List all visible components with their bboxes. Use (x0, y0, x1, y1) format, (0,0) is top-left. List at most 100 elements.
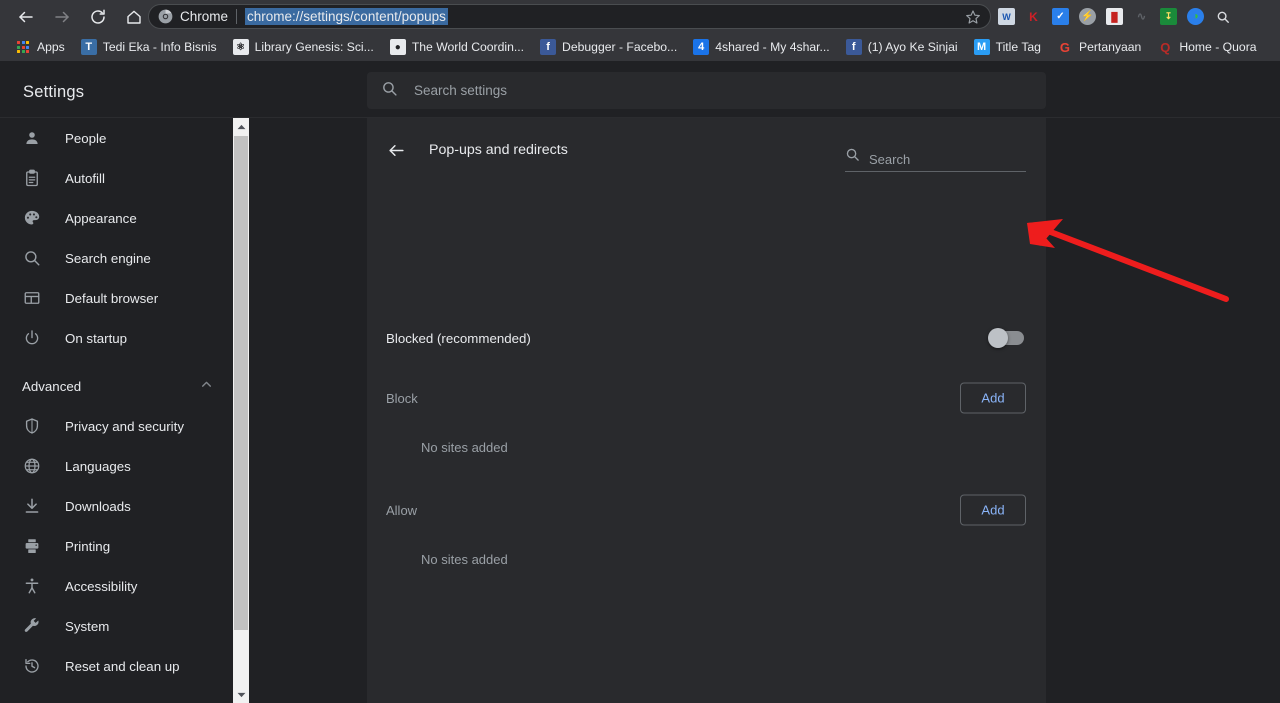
scrollbar-thumb[interactable] (234, 136, 248, 630)
bookmark-ayo-ke-sinjai[interactable]: f (1) Ayo Ke Sinjai (839, 36, 965, 58)
settings-search-input[interactable]: Search settings (367, 72, 1046, 109)
home-button[interactable] (120, 3, 148, 31)
sidebar-item-autofill[interactable]: Autofill (0, 158, 233, 198)
printer-icon (22, 536, 42, 556)
bookmark-apps[interactable]: Apps (8, 36, 72, 58)
scrollbar-up-arrow[interactable] (233, 118, 249, 135)
shield-icon (22, 416, 42, 436)
bookmark-star-icon[interactable] (965, 9, 981, 25)
favicon-library-genesis: ⚛ (232, 39, 249, 55)
sidebar-item-reset-and-clean-up[interactable]: Reset and clean up (0, 646, 233, 686)
sidebar-item-printing[interactable]: Printing (0, 526, 233, 566)
bookmarks-bar: Apps T Tedi Eka - Info Bisnis ⚛ Library … (0, 33, 1280, 61)
sidebar-item-on-startup[interactable]: On startup (0, 318, 233, 358)
favicon-facebook: f (540, 39, 557, 55)
back-to-content-settings-button[interactable] (384, 138, 408, 162)
bookmark-label: Home - Quora (1179, 40, 1257, 54)
block-add-button[interactable]: Add (960, 382, 1026, 414)
popups-blocked-row: Blocked (recommended) (367, 310, 1046, 366)
sidebar-item-appearance[interactable]: Appearance (0, 198, 233, 238)
toggle-knob (988, 328, 1008, 348)
idm-download-extension-icon[interactable]: ↧ (1160, 8, 1177, 25)
favicon-quora: Q (1160, 39, 1171, 55)
sidebar-item-label: Privacy and security (65, 418, 184, 434)
sidebar-item-people[interactable]: People (0, 118, 233, 158)
sidebar-item-label: Default browser (65, 290, 159, 306)
clipboard-icon (22, 168, 42, 188)
allow-add-button[interactable]: Add (960, 494, 1026, 526)
favicon-google: G (1059, 39, 1071, 55)
sidebar-item-default-browser[interactable]: Default browser (0, 278, 233, 318)
search-icon (845, 147, 860, 167)
adblock-mask-extension-icon[interactable]: █ (1106, 8, 1123, 25)
sidebar-item-languages[interactable]: Languages (0, 446, 233, 486)
bookmark-pertanyaan[interactable]: G Pertanyaan (1050, 36, 1148, 58)
chevron-up-icon (200, 378, 213, 394)
scribble-extension-icon[interactable]: ∿ (1133, 8, 1150, 25)
apps-grid-icon (15, 39, 31, 55)
arrow-right-icon (55, 11, 69, 22)
sidebar-advanced-label: Advanced (22, 378, 82, 394)
triangle-up-icon (237, 124, 245, 129)
settings-search-placeholder: Search settings (414, 83, 508, 98)
reload-button[interactable] (84, 3, 112, 31)
flash-extension-icon[interactable]: ⚡ (1079, 8, 1096, 25)
popups-blocked-toggle[interactable] (988, 328, 1024, 348)
bookmark-library-genesis[interactable]: ⚛ Library Genesis: Sci... (226, 36, 381, 58)
browser-window-icon (22, 288, 42, 308)
sidebar-scrollbar[interactable] (233, 118, 249, 703)
search-icon (381, 80, 398, 102)
sidebar-advanced-group[interactable]: Advanced (0, 366, 233, 406)
bookmark-debugger-facebook[interactable]: f Debugger - Facebo... (533, 36, 684, 58)
omnibox-scheme-label: Chrome (180, 9, 229, 24)
block-empty-message: No sites added (421, 440, 508, 455)
paint-palette-extension-icon[interactable]: ◑ (1187, 8, 1204, 25)
person-icon (22, 128, 42, 148)
office-document-extension-icon[interactable]: W (998, 8, 1015, 25)
search-magnifier-extension-icon[interactable] (1214, 8, 1231, 25)
sidebar-item-search-engine[interactable]: Search engine (0, 238, 233, 278)
bookmark-label: (1) Ayo Ke Sinjai (867, 40, 958, 54)
allow-section-header: Allow Add (367, 486, 1046, 534)
bookmark-title-tag[interactable]: M Title Tag (967, 36, 1048, 58)
forward-button[interactable] (48, 3, 76, 31)
content-right-gutter (1046, 118, 1280, 703)
bookmark-label: Pertanyaan (1078, 40, 1142, 54)
sidebar-item-label: Autofill (65, 170, 105, 186)
subpage-search-input[interactable]: Search (845, 148, 1026, 172)
palette-icon (22, 208, 42, 228)
back-button[interactable] (12, 3, 40, 31)
allow-section-label: Allow (386, 502, 418, 518)
subpage-search-placeholder: Search (869, 152, 911, 167)
bookmark-4shared[interactable]: 4 4shared - My 4shar... (686, 36, 836, 58)
bookmark-label: Apps (37, 40, 65, 54)
address-bar[interactable]: Chrome chrome://settings/content/popups (148, 4, 991, 29)
wrench-icon (22, 616, 42, 636)
scrollbar-down-arrow[interactable] (233, 686, 249, 703)
settings-body: People Autofill Appearance Search engine… (0, 117, 1280, 703)
chart-tracker-extension-icon[interactable]: ✓ (1052, 8, 1069, 25)
history-restore-icon (22, 656, 42, 676)
arrow-left-icon (19, 11, 33, 22)
omnibox-url-text[interactable]: chrome://settings/content/popups (245, 8, 448, 25)
favicon-facebook: f (845, 39, 862, 55)
chrome-logo-icon (158, 9, 173, 24)
browser-toolbar: Chrome chrome://settings/content/popups … (0, 0, 1280, 33)
settings-topbar: Settings Search settings (0, 61, 1280, 117)
bookmark-tedi-eka[interactable]: T Tedi Eka - Info Bisnis (74, 36, 224, 58)
bookmark-the-world-coordination[interactable]: ● The World Coordin... (383, 36, 531, 58)
sidebar-item-accessibility[interactable]: Accessibility (0, 566, 233, 606)
sidebar-item-system[interactable]: System (0, 606, 233, 646)
bookmark-home-quora[interactable]: Q Home - Quora (1150, 36, 1263, 58)
bookmark-label: Debugger - Facebo... (562, 40, 678, 54)
sidebar-item-label: System (65, 618, 110, 634)
sidebar-item-downloads[interactable]: Downloads (0, 486, 233, 526)
bookmark-label: Tedi Eka - Info Bisnis (102, 40, 217, 54)
kaspersky-extension-icon[interactable]: K (1025, 8, 1042, 25)
favicon-the-world-coordination: ● (389, 39, 406, 55)
globe-icon (22, 456, 42, 476)
reload-icon (91, 9, 105, 24)
bookmark-label: 4shared - My 4shar... (715, 40, 830, 54)
subpage-header: Pop-ups and redirects Search (367, 118, 1046, 182)
sidebar-item-privacy-and-security[interactable]: Privacy and security (0, 406, 233, 446)
